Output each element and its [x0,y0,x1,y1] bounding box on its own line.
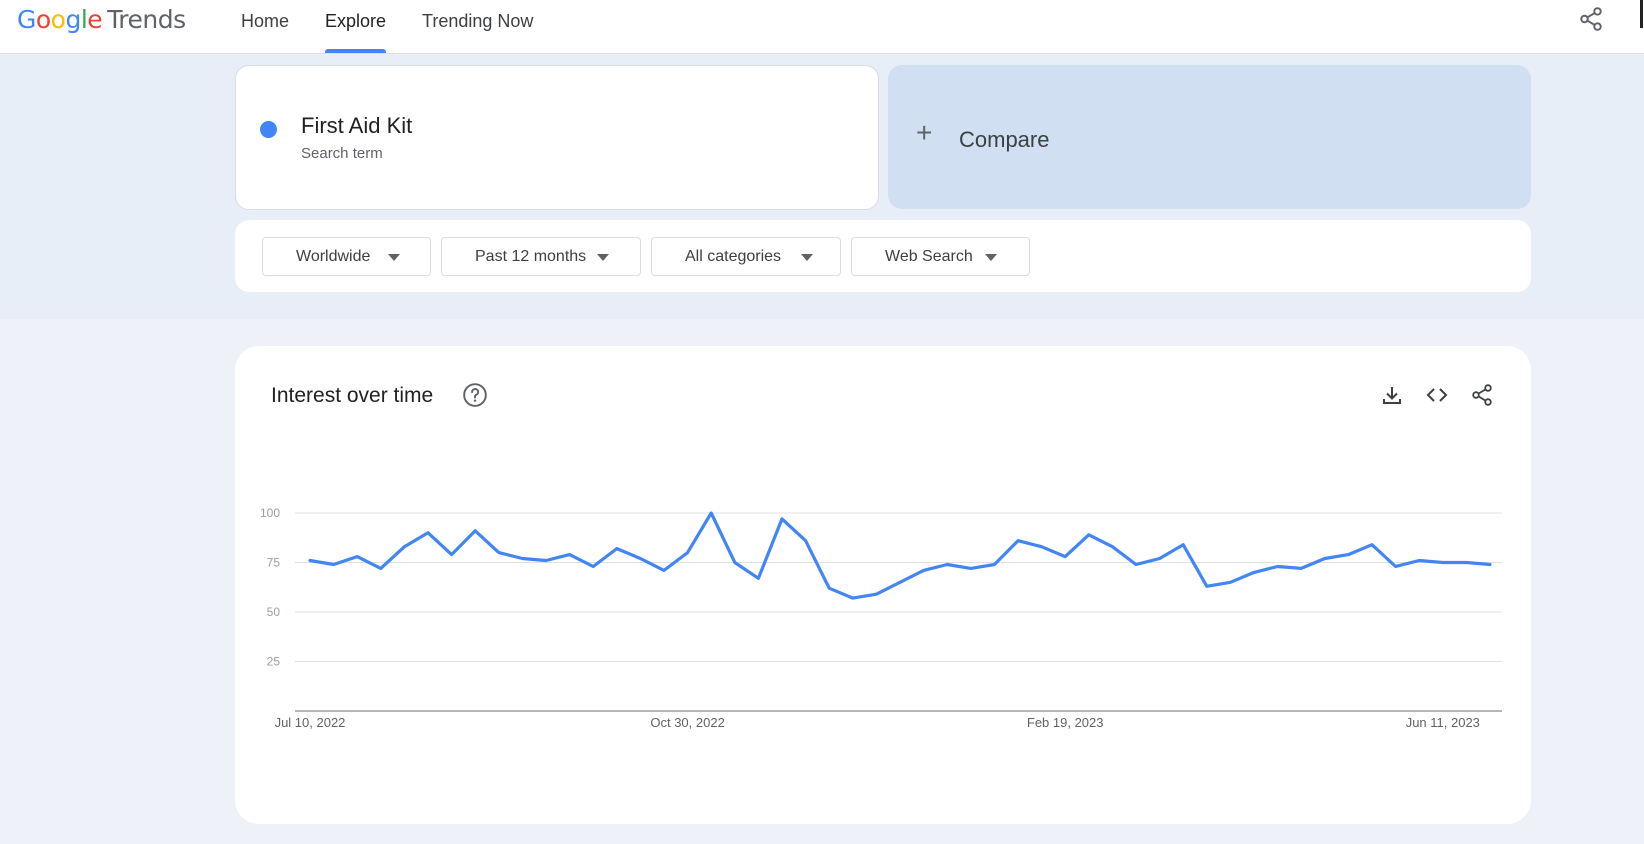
compare-label: Compare [959,127,1050,152]
dropdown-caret-icon [801,254,813,261]
filter-time-range-label: Past 12 months [475,248,587,265]
share-icon[interactable] [1578,6,1604,32]
dropdown-caret-icon [985,254,997,261]
dropdown-caret-icon [388,254,400,261]
google-trends-logo[interactable]: Google Trends [17,4,186,36]
filter-category-label: All categories [685,248,782,265]
term-color-dot [260,121,277,138]
x-tick-label: Jun 11, 2023 [1406,715,1480,730]
x-tick-label: Feb 19, 2023 [1027,715,1104,730]
search-term-card[interactable]: First Aid Kit Search term [235,65,879,210]
search-term-type: Search term [301,145,383,162]
filter-category[interactable]: All categories [651,237,841,276]
dropdown-caret-icon [597,254,609,261]
nav-explore-label: Explore [325,11,387,31]
filter-search-type-label: Web Search [885,248,973,265]
filter-time-range[interactable]: Past 12 months [441,237,641,276]
nav-trending-now[interactable]: Trending Now [422,0,533,54]
top-app-bar: Google Trends Home Explore Trending Now [0,0,1644,54]
window-edge-marker [1640,0,1643,28]
y-tick-label: 50 [267,605,281,619]
active-tab-indicator [325,49,387,53]
nav-home-label: Home [241,11,290,31]
y-tick-label: 25 [267,655,281,669]
filter-bar: Worldwide Past 12 months All categories … [235,220,1531,292]
y-tick-label: 75 [267,556,281,570]
search-term-name[interactable]: First Aid Kit [301,113,412,139]
x-tick-label: Oct 30, 2022 [650,715,724,730]
nav-trending-now-label: Trending Now [422,11,534,31]
series-line [308,511,1492,600]
filter-search-type[interactable]: Web Search [851,237,1030,276]
filter-location-label: Worldwide [296,248,371,265]
interest-over-time-card: Interest over time 25 50 75 100 Jul 10, 2022… [235,346,1531,824]
nav-home[interactable]: Home [241,0,289,54]
y-tick-label: 100 [260,506,280,520]
plus-icon: + [916,117,933,148]
interest-line-chart: 25 50 75 100 Jul 10, 2022 Oct 30, 2022 Feb 19,… [260,506,1502,730]
filter-location[interactable]: Worldwide [262,237,431,276]
x-tick-label: Jul 10, 2022 [275,715,346,730]
compare-button[interactable]: + Compare [888,65,1531,209]
nav-explore[interactable]: Explore [325,0,387,54]
